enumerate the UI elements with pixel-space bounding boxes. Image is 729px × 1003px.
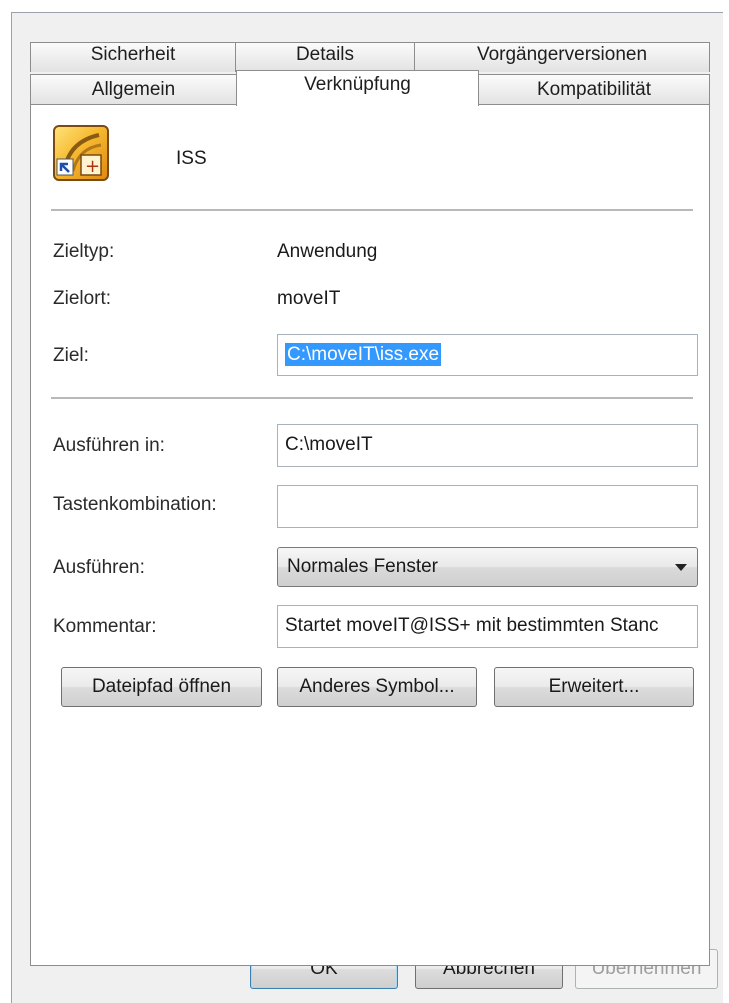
value-zielort: moveIT <box>277 288 341 309</box>
label-ausfuehren: Ausführen: <box>53 557 145 578</box>
label-kommentar: Kommentar: <box>53 616 157 637</box>
svg-text:+: + <box>85 156 100 177</box>
ausfuehren-selected-value: Normales Fenster <box>287 556 438 577</box>
app-logo-icon: + <box>56 133 102 177</box>
separator-1 <box>51 209 693 212</box>
separator-2 <box>51 397 693 400</box>
erweitert-button[interactable]: Erweitert... <box>494 667 694 707</box>
ausfuehren-select[interactable]: Normales Fenster <box>277 547 698 587</box>
label-ausfuehren-in: Ausführen in: <box>53 435 165 456</box>
ausfuehren-in-input[interactable]: C:\moveIT <box>277 424 698 467</box>
label-zieltyp: Zieltyp: <box>53 241 115 262</box>
verknuepfung-panel: + ISS Zieltyp: Anwendung Zielort: moveIT… <box>30 104 710 966</box>
chevron-down-icon <box>675 564 687 571</box>
value-zieltyp: Anwendung <box>277 241 378 262</box>
tab-details[interactable]: Details <box>235 42 415 72</box>
dateipfad-oeffnen-button[interactable]: Dateipfad öffnen <box>61 667 262 707</box>
kommentar-input[interactable]: Startet moveIT@ISS+ mit bestimmten Stanc <box>277 605 698 648</box>
window-left-frame <box>0 12 12 1003</box>
iss-shortcut-icon: + <box>53 125 109 181</box>
ziel-selected-text: C:\moveIT\iss.exe <box>285 343 442 366</box>
label-ziel: Ziel: <box>53 345 89 366</box>
shortcut-name: ISS <box>176 148 207 169</box>
label-zielort: Zielort: <box>53 288 112 309</box>
tab-sicherheit[interactable]: Sicherheit <box>30 42 236 72</box>
ziel-input[interactable]: C:\moveIT\iss.exe <box>277 334 698 376</box>
tab-allgemein[interactable]: Allgemein <box>30 74 237 105</box>
window-top-frame <box>0 0 729 13</box>
tab-vorgaengerversionen[interactable]: Vorgängerversionen <box>414 42 710 72</box>
tastenkombination-input[interactable] <box>277 485 698 528</box>
anderes-symbol-button[interactable]: Anderes Symbol... <box>277 667 477 707</box>
tab-kompatibilitaet[interactable]: Kompatibilität <box>478 74 710 105</box>
window-right-frame <box>723 12 729 1003</box>
tab-verknuepfung[interactable]: Verknüpfung <box>236 70 479 106</box>
label-tastenkombination: Tastenkombination: <box>53 494 217 515</box>
